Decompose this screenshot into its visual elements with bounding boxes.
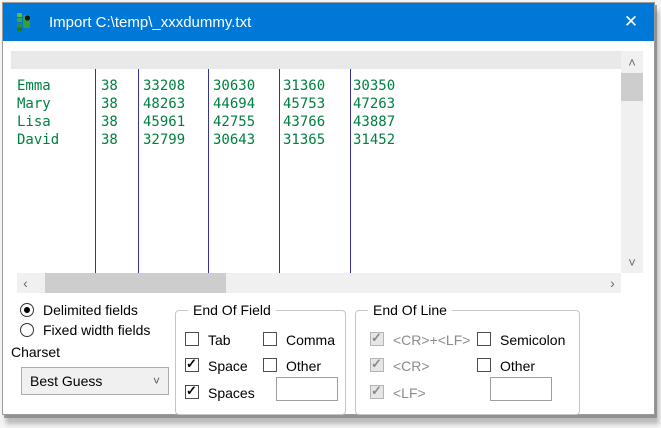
column-separator-line[interactable] (350, 69, 351, 273)
preview-cell: 47263 (353, 95, 395, 113)
preview-cell: 31452 (353, 131, 395, 149)
charset-label: Charset (11, 344, 60, 360)
checkbox-cr: ✓ (370, 358, 384, 372)
line-other-input[interactable] (490, 377, 552, 401)
checkbox-space-label: Space (208, 358, 248, 374)
radio-delimited-fields-label: Delimited fields (43, 302, 138, 318)
scroll-left-icon[interactable]: ‹ (17, 273, 34, 293)
screen: Import C:\temp\_xxxdummy.txt ✕ Emma 38 332… (0, 0, 661, 428)
scroll-up-icon[interactable]: ˄ (621, 53, 643, 71)
field-other-input[interactable] (276, 377, 338, 401)
preview-cell: 45961 (143, 113, 185, 131)
checkbox-semicolon-label: Semicolon (500, 332, 565, 348)
checkbox-spaces-label: Spaces (208, 385, 255, 401)
checkbox-crlf: ✓ (370, 332, 384, 346)
preview-row: David 38 32799 30643 31365 31452 (11, 131, 621, 149)
titlebar[interactable]: Import C:\temp\_xxxdummy.txt ✕ (3, 3, 654, 41)
checkbox-field-other-label: Other (286, 358, 321, 374)
preview-cell: Mary (17, 95, 51, 113)
checkbox-field-other[interactable]: ✓ (263, 358, 277, 372)
charset-select[interactable]: Best Guess ˅ (21, 367, 169, 395)
scroll-right-icon[interactable]: › (604, 273, 621, 293)
checkbox-lf-label: <LF> (393, 385, 426, 401)
checkbox-semicolon[interactable]: ✓ (477, 332, 491, 346)
preview-cell: 48263 (143, 95, 185, 113)
column-separator-line[interactable] (208, 69, 209, 273)
preview-cell: Emma (17, 77, 51, 95)
end-of-line-group: End Of Line ✓ <CR>+<LF> ✓ Semicolon ✓ <C… (355, 310, 580, 415)
horizontal-scrollbar-thumb[interactable] (45, 273, 226, 293)
horizontal-scrollbar[interactable]: ‹ › (17, 273, 621, 293)
radio-delimited-fields[interactable] (20, 303, 34, 317)
chevron-down-icon: ˅ (153, 374, 160, 388)
close-icon[interactable]: ✕ (608, 3, 654, 41)
preview-cell: 30643 (213, 131, 255, 149)
checkbox-comma-label: Comma (286, 332, 335, 348)
preview-cell: 31365 (283, 131, 325, 149)
preview-cell: 43766 (283, 113, 325, 131)
preview-cell: 31360 (283, 77, 325, 95)
checkbox-spaces[interactable]: ✓ (185, 385, 199, 399)
vertical-scrollbar-thumb[interactable] (621, 73, 643, 101)
preview-row: Mary 38 48263 44694 45753 47263 (11, 95, 621, 113)
preview-row: Emma 38 33208 30630 31360 30350 (11, 77, 621, 95)
preview-cell: 38 (101, 113, 118, 131)
preview-cell: 38 (101, 95, 118, 113)
preview-cell: 30350 (353, 77, 395, 95)
checkbox-cr-label: <CR> (393, 358, 430, 374)
preview-cell: 33208 (143, 77, 185, 95)
window-title: Import C:\temp\_xxxdummy.txt (49, 14, 251, 31)
checkbox-space[interactable]: ✓ (185, 358, 199, 372)
preview-header (11, 51, 621, 69)
checkbox-lf: ✓ (370, 385, 384, 399)
preview-cell: 43887 (353, 113, 395, 131)
file-preview[interactable]: Emma 38 33208 30630 31360 30350 Mary 38 48263 446… (11, 69, 621, 273)
vertical-scrollbar[interactable]: ˄ ˅ (621, 51, 643, 273)
preview-cell: 38 (101, 77, 118, 95)
import-dialog: Import C:\temp\_xxxdummy.txt ✕ Emma 38 332… (2, 2, 655, 415)
preview-cell: 38 (101, 131, 118, 149)
end-of-field-group: End Of Field ✓ Tab ✓ Comma ✓ Space ✓ Oth… (175, 310, 346, 415)
end-of-field-legend: End Of Field (188, 302, 276, 318)
preview-row: Lisa 38 45961 42755 43766 43887 (11, 113, 621, 131)
preview-cell: 42755 (213, 113, 255, 131)
checkbox-line-other-label: Other (500, 358, 535, 374)
scroll-down-icon[interactable]: ˅ (621, 253, 643, 271)
column-separator-line[interactable] (138, 69, 139, 273)
preview-cell: 30630 (213, 77, 255, 95)
end-of-line-legend: End Of Line (368, 302, 452, 318)
checkbox-crlf-label: <CR>+<LF> (393, 332, 470, 348)
preview-cell: 32799 (143, 131, 185, 149)
radio-fixed-width-fields[interactable] (20, 323, 34, 337)
checkbox-comma[interactable]: ✓ (263, 332, 277, 346)
column-separator-line[interactable] (95, 69, 96, 273)
checkbox-line-other[interactable]: ✓ (477, 358, 491, 372)
app-icon (15, 12, 35, 32)
checkbox-tab-label: Tab (208, 332, 231, 348)
charset-selected-value: Best Guess (30, 373, 102, 389)
preview-cell: 44694 (213, 95, 255, 113)
checkbox-tab[interactable]: ✓ (185, 332, 199, 346)
preview-cell: 45753 (283, 95, 325, 113)
radio-fixed-width-fields-label: Fixed width fields (43, 322, 150, 338)
column-separator-line[interactable] (279, 69, 280, 273)
preview-cell: David (17, 131, 59, 149)
preview-cell: Lisa (17, 113, 51, 131)
preview-rows: Emma 38 33208 30630 31360 30350 Mary 38 48263 446… (11, 77, 621, 149)
